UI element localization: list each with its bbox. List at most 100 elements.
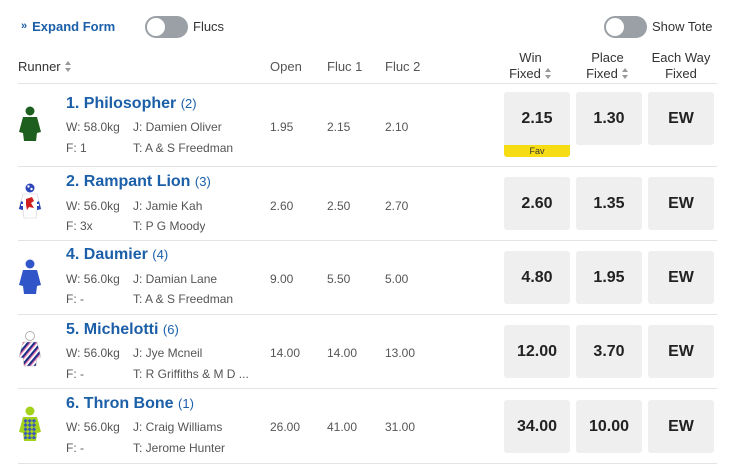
- place-odds-button[interactable]: 1.30: [576, 92, 642, 145]
- runner-form: F: 3x: [66, 219, 93, 233]
- sort-icon: [64, 60, 72, 73]
- jockey-silks-icon: [19, 259, 41, 294]
- place-header-line1: Place: [591, 50, 624, 65]
- place-header-line2: Fixed: [586, 66, 618, 81]
- runner-name-text: 5. Michelotti: [66, 321, 159, 338]
- runner-jockey: J: Jamie Kah: [133, 199, 203, 213]
- each-way-button[interactable]: EW: [648, 325, 714, 378]
- runner-form: F: 1: [66, 141, 87, 155]
- runner-form: F: -: [66, 367, 84, 381]
- runner-form: F: -: [66, 292, 84, 306]
- win-header-line1: Win: [519, 50, 542, 65]
- runner-name-text: 6. Thron Bone: [66, 395, 174, 412]
- runner-column-header[interactable]: Runner: [18, 59, 72, 74]
- double-chevron-down-icon: »: [21, 20, 28, 32]
- fluc1-price: 5.50: [327, 272, 351, 286]
- fluc1-price: 41.00: [327, 420, 358, 434]
- jockey-silks-icon: [19, 406, 41, 441]
- runner-trainer: T: P G Moody: [133, 219, 206, 233]
- win-odds-button[interactable]: 4.80: [504, 251, 570, 304]
- runner-weight: W: 56.0kg: [66, 272, 120, 286]
- place-fixed-column-header[interactable]: Place Fixed: [580, 50, 635, 82]
- favourite-badge: Fav: [504, 145, 570, 157]
- runner-weight: W: 56.0kg: [66, 346, 120, 360]
- place-odds-button[interactable]: 10.00: [576, 400, 642, 453]
- runners-table-header: Runner Open Fluc 1 Fluc 2 Win Fixed Plac…: [0, 50, 731, 84]
- flucs-toggle[interactable]: [145, 16, 188, 38]
- runner-form: F: -: [66, 441, 84, 455]
- runner-weight: W: 56.0kg: [66, 420, 120, 434]
- open-price: 1.95: [270, 120, 294, 134]
- fluc2-column-header: Fluc 2: [385, 59, 421, 74]
- barrier-number: (6): [162, 322, 179, 337]
- fluc2-price: 2.70: [385, 199, 409, 213]
- fluc1-price: 2.15: [327, 120, 351, 134]
- each-way-button[interactable]: EW: [648, 251, 714, 304]
- runner-row: 5. Michelotti (6) W: 56.0kg J: Jye Mcnei…: [0, 315, 731, 388]
- jockey-silks-icon: [18, 183, 42, 219]
- runner-name[interactable]: 2. Rampant Lion (3): [66, 173, 211, 191]
- runner-row: 2. Rampant Lion (3) W: 56.0kg J: Jamie K…: [0, 167, 731, 240]
- toggle-knob: [606, 18, 624, 36]
- open-price: 14.00: [270, 346, 301, 360]
- runner-jockey: J: Damien Oliver: [133, 120, 222, 134]
- fluc2-price: 2.10: [385, 120, 409, 134]
- ew-header-line2: Fixed: [665, 66, 697, 81]
- each-way-button[interactable]: EW: [648, 92, 714, 145]
- open-price: 2.60: [270, 199, 294, 213]
- runner-name[interactable]: 4. Daumier (4): [66, 246, 168, 264]
- win-odds-button[interactable]: 34.00: [504, 400, 570, 453]
- runner-trainer: T: A & S Freedman: [133, 292, 234, 306]
- runner-jockey: J: Damian Lane: [133, 272, 218, 286]
- place-odds-button[interactable]: 3.70: [576, 325, 642, 378]
- runner-name[interactable]: 1. Philosopher (2): [66, 95, 197, 113]
- win-odds-button[interactable]: 2.60: [504, 177, 570, 230]
- win-header-line2: Fixed: [509, 66, 541, 81]
- expand-form-button[interactable]: » Expand Form: [21, 19, 115, 34]
- fluc1-price: 2.50: [327, 199, 351, 213]
- sort-icon: [621, 68, 629, 80]
- fluc1-price: 14.00: [327, 346, 358, 360]
- jockey-silks-icon: [18, 331, 42, 367]
- show-tote-toggle[interactable]: [604, 16, 647, 38]
- fluc2-price: 5.00: [385, 272, 409, 286]
- runner-jockey: J: Craig Williams: [133, 420, 223, 434]
- runner-name-text: 4. Daumier: [66, 246, 148, 263]
- runner-trainer: T: A & S Freedman: [133, 141, 234, 155]
- expand-form-label: Expand Form: [32, 19, 116, 34]
- runner-trainer: T: Jerome Hunter: [133, 441, 226, 455]
- win-fixed-column-header[interactable]: Win Fixed: [503, 50, 558, 82]
- runner-row: 4. Daumier (4) W: 56.0kg J: Damian Lane …: [0, 241, 731, 314]
- open-price: 9.00: [270, 272, 294, 286]
- runner-name-text: 2. Rampant Lion: [66, 173, 191, 190]
- open-column-header: Open: [270, 59, 302, 74]
- toggle-knob: [147, 18, 165, 36]
- win-odds-button[interactable]: 12.00: [504, 325, 570, 378]
- runner-header-label: Runner: [18, 59, 61, 74]
- each-way-button[interactable]: EW: [648, 400, 714, 453]
- form-controls: » Expand Form Flucs Show Tote: [0, 0, 731, 52]
- each-way-fixed-column-header: Each Way Fixed: [648, 50, 714, 82]
- runner-weight: W: 58.0kg: [66, 120, 120, 134]
- barrier-number: (3): [194, 174, 211, 189]
- runner-trainer: T: R Griffiths & M D ...: [133, 367, 249, 381]
- place-odds-button[interactable]: 1.35: [576, 177, 642, 230]
- open-price: 26.00: [270, 420, 301, 434]
- each-way-button[interactable]: EW: [648, 177, 714, 230]
- fluc1-column-header: Fluc 1: [327, 59, 363, 74]
- win-header-line2-wrap: Fixed: [509, 66, 552, 82]
- runner-name[interactable]: 5. Michelotti (6): [66, 321, 179, 339]
- runner-row: 6. Thron Bone (1) W: 56.0kg J: Craig Wil…: [0, 389, 731, 463]
- jockey-silks-icon: [19, 106, 41, 141]
- runner-name[interactable]: 6. Thron Bone (1): [66, 395, 194, 413]
- runner-row: 1. Philosopher (2) W: 58.0kg J: Damien O…: [0, 84, 731, 166]
- fluc2-price: 13.00: [385, 346, 416, 360]
- fluc2-price: 31.00: [385, 420, 416, 434]
- sort-icon: [544, 68, 552, 80]
- row-divider: [18, 463, 717, 464]
- runner-name-text: 1. Philosopher: [66, 95, 177, 112]
- place-odds-button[interactable]: 1.95: [576, 251, 642, 304]
- show-tote-label: Show Tote: [652, 19, 713, 34]
- barrier-number: (2): [180, 96, 197, 111]
- place-header-line2-wrap: Fixed: [586, 66, 629, 82]
